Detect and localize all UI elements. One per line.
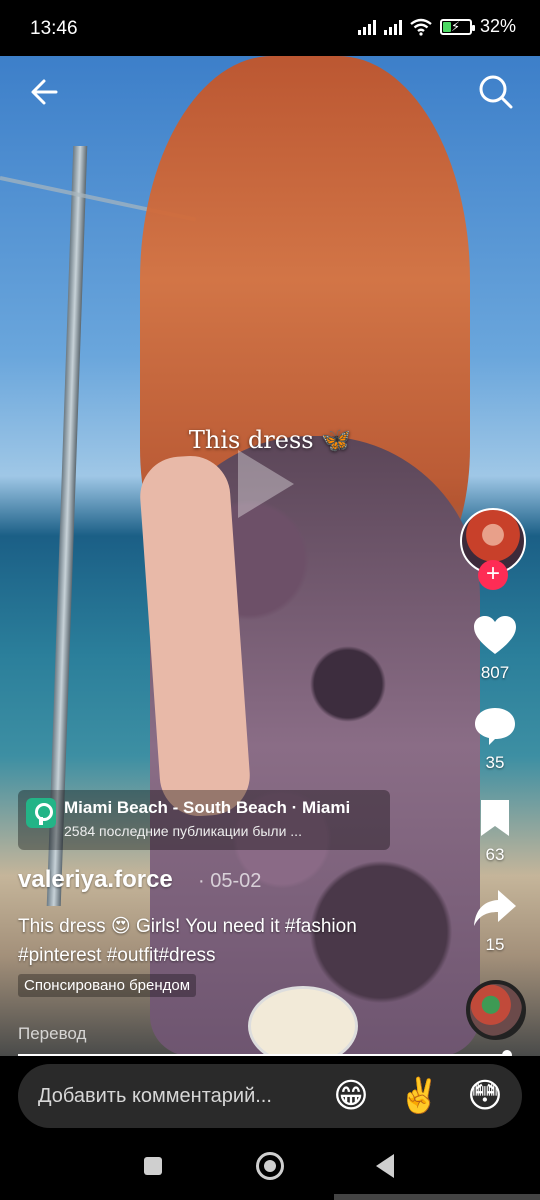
post-caption[interactable]: This dress 😍 Girls! You need it #fashion… [18,912,438,970]
share-count: 15 [485,935,505,954]
location-title: Miami Beach - South Beach · Miami [64,798,351,817]
search-icon[interactable] [476,72,516,112]
emoji-flushed-button[interactable]: 😳 [464,1075,506,1117]
battery-percent: 32% [479,16,516,36]
share-button[interactable]: 15 [460,888,530,955]
share-icon [474,890,516,926]
comment-button[interactable]: 35 [460,706,530,773]
status-time: 13:46 [30,18,78,39]
play-icon[interactable] [238,450,294,518]
status-bar: 13:46 ⚡ 32% [0,0,540,56]
emoji-victory-button[interactable]: ✌️ [398,1075,440,1117]
gesture-indicator [334,1194,540,1200]
comment-input[interactable]: Добавить комментарий... 😁 ✌️ 😳 [18,1064,522,1128]
comment-count: 35 [485,753,505,772]
comment-icon [475,708,515,745]
sponsored-label: Спонсировано брендом [18,974,197,997]
arrow-left-icon[interactable] [26,72,66,112]
video-player[interactable] [0,56,540,1056]
charging-bolt-icon: ⚡ [450,18,461,34]
signal-icon [357,19,376,35]
author-username[interactable]: valeriya.force [18,866,173,894]
battery-charging-icon: ⚡ [439,18,475,35]
follow-button[interactable]: + [478,560,508,590]
back-triangle-icon[interactable] [376,1154,394,1178]
emoji-grin-button[interactable]: 😁 [330,1075,372,1117]
favorite-button[interactable]: 63 [460,798,530,865]
status-icons: ⚡ 32% [357,16,516,37]
comment-bar: Добавить комментарий... 😁 ✌️ 😳 [0,1056,540,1134]
bookmark-icon [481,800,509,836]
like-button[interactable]: 807 [460,614,530,683]
location-pin-icon [26,798,56,828]
wifi-icon [410,18,432,36]
system-nav-bar [0,1134,540,1200]
location-chip[interactable]: Miami Beach - South Beach · Miami 2584 п… [18,790,390,850]
translate-link[interactable]: Перевод [18,1024,86,1044]
heart-icon [474,616,516,654]
favorite-count: 63 [485,845,505,864]
location-subtitle: 2584 последние публикации были ... [64,823,302,839]
like-count: 807 [480,663,510,682]
post-date: · 05-02 [198,870,262,892]
music-disc[interactable] [466,980,526,1040]
battery-level [442,21,451,32]
signal-icon [383,19,402,35]
comment-placeholder: Добавить комментарий... [38,1085,272,1107]
home-icon[interactable] [256,1152,284,1180]
video-scene-cup [248,986,358,1056]
recents-icon[interactable] [144,1157,162,1175]
